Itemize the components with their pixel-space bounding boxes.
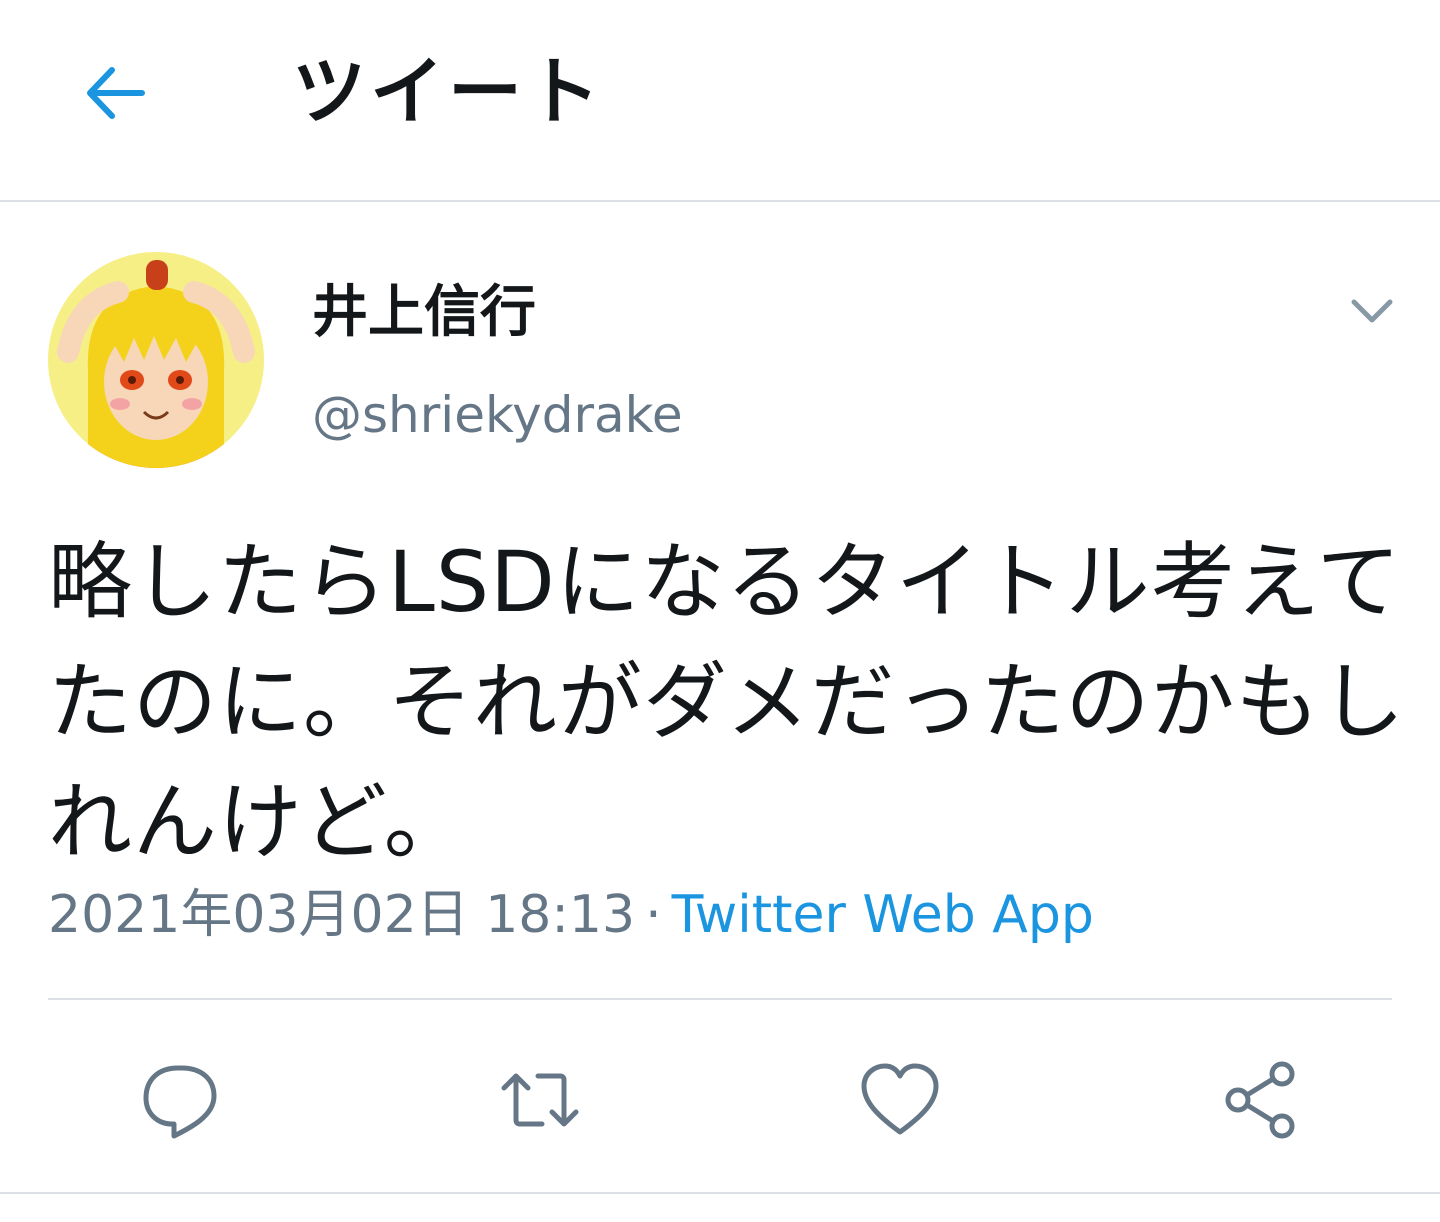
tweet-text: 略したらLSDになるタイトル考えてたのに。それがダメだったのかもしれんけど。	[48, 533, 1406, 871]
heart-icon	[858, 1058, 942, 1146]
like-button[interactable]	[852, 1054, 948, 1150]
tweet-source-link[interactable]: Twitter Web App	[672, 885, 1094, 945]
tweet-timestamp[interactable]: 2021年03月02日 18:13	[48, 885, 635, 945]
author-handle[interactable]: @shriekydrake	[312, 382, 683, 448]
page-title: ツイート	[292, 49, 604, 135]
chevron-down-icon	[1348, 294, 1396, 330]
back-button[interactable]	[70, 50, 160, 140]
author-display-name[interactable]: 井上信行	[312, 278, 536, 348]
top-bar: ツイート	[0, 0, 1440, 202]
meta-separator: ·	[645, 885, 662, 945]
reply-button[interactable]	[132, 1054, 228, 1150]
tweet-menu-button[interactable]	[1338, 284, 1406, 340]
tweet-meta: 2021年03月02日 18:13 · Twitter Web App	[48, 880, 1094, 950]
reply-icon	[138, 1058, 222, 1146]
share-icon	[1218, 1058, 1302, 1146]
retweet-button[interactable]	[492, 1054, 588, 1150]
arrow-left-icon	[80, 58, 150, 132]
retweet-icon	[498, 1058, 582, 1146]
tweet-actions-bar	[0, 1000, 1440, 1194]
avatar[interactable]	[48, 252, 264, 468]
share-button[interactable]	[1212, 1054, 1308, 1150]
